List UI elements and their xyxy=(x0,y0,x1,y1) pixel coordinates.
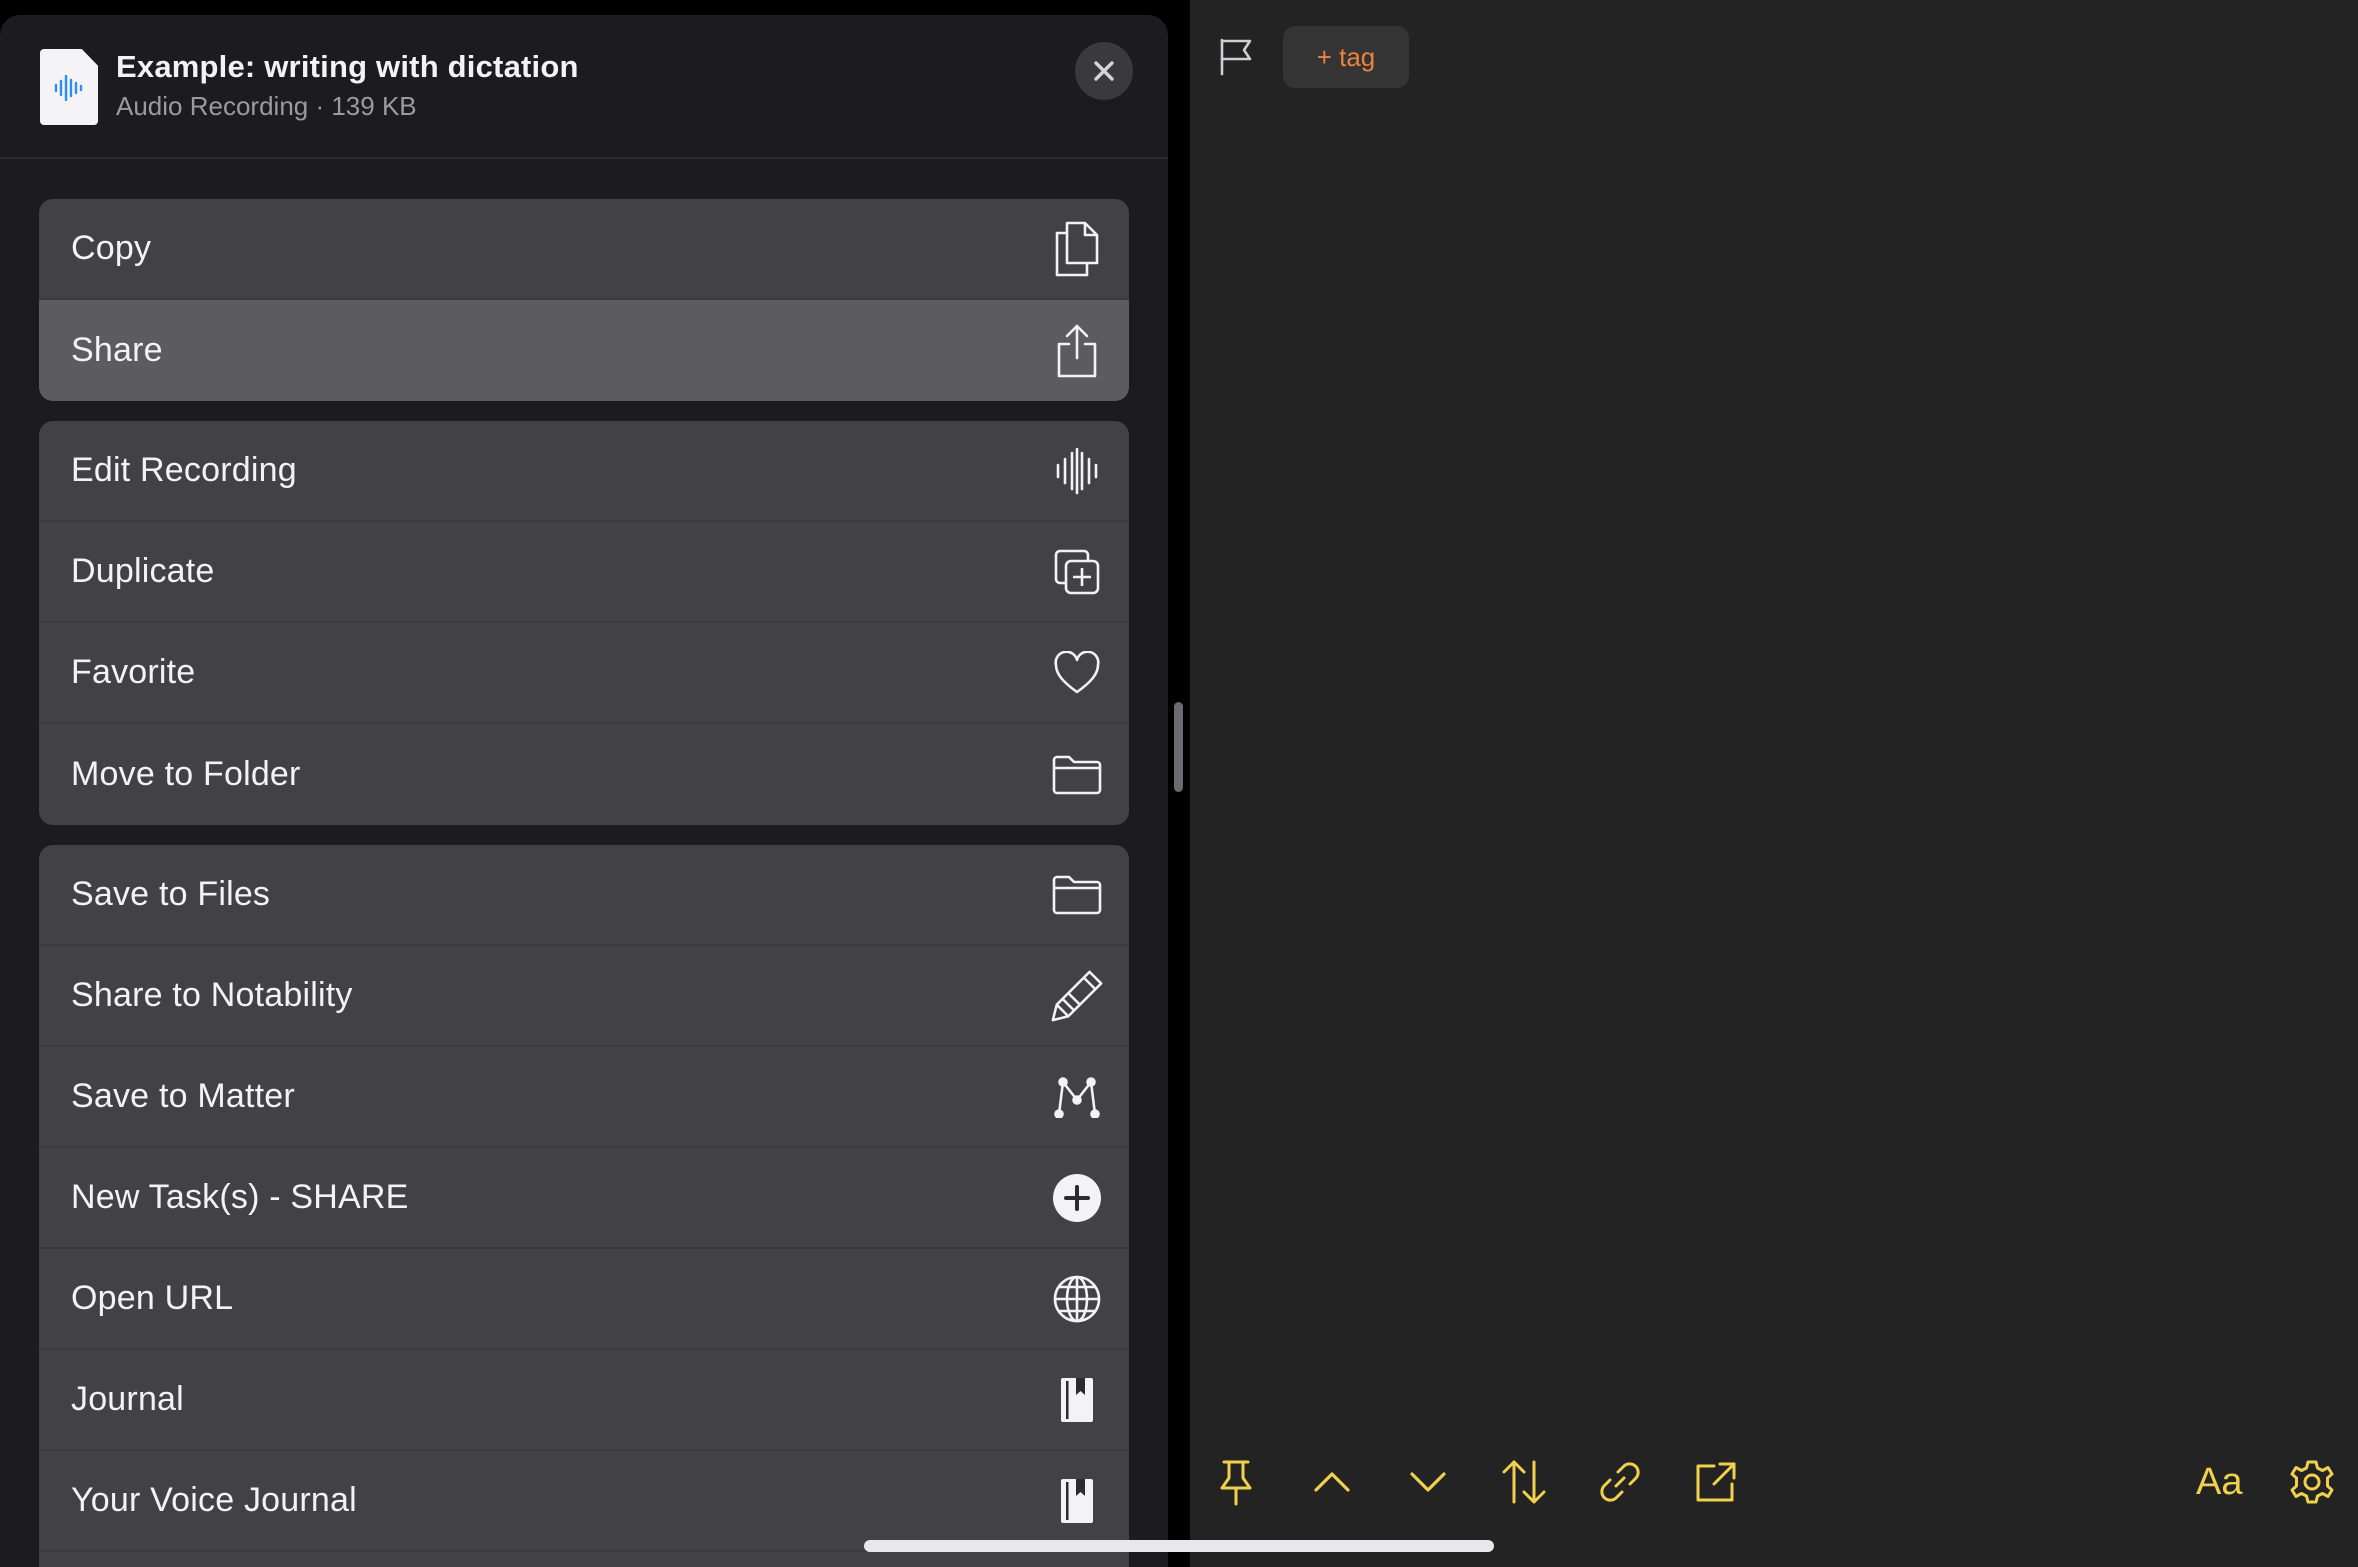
audio-file-icon xyxy=(40,49,98,125)
row-label: Share xyxy=(71,331,163,369)
favorite-action[interactable]: Favorite xyxy=(39,623,1129,724)
row-label: Share to Notability xyxy=(71,976,353,1014)
plus-circle-icon xyxy=(1049,1170,1105,1226)
sort-icon[interactable] xyxy=(1500,1458,1548,1506)
share-icon xyxy=(1049,323,1105,379)
sheet-header: Example: writing with dictation Audio Re… xyxy=(0,15,1168,159)
row-label: Open URL xyxy=(71,1279,234,1317)
move-to-folder-action[interactable]: Move to Folder xyxy=(39,724,1129,825)
row-label: Journal xyxy=(71,1380,184,1418)
journal-icon xyxy=(1049,1372,1105,1428)
row-label: New Task(s) - SHARE xyxy=(71,1178,409,1216)
row-label: Save to Matter xyxy=(71,1077,295,1115)
duplicate-action[interactable]: Duplicate xyxy=(39,522,1129,623)
row-label: Duplicate xyxy=(71,552,215,590)
link-icon[interactable] xyxy=(1596,1458,1644,1506)
save-to-matter-action[interactable]: Save to Matter xyxy=(39,1047,1129,1148)
row-label: Move to Folder xyxy=(71,755,301,793)
row-label: Copy xyxy=(71,229,152,267)
row-label: Your Voice Journal xyxy=(71,1481,357,1519)
flag-icon[interactable] xyxy=(1216,36,1256,76)
row-label: Favorite xyxy=(71,653,196,691)
duplicate-icon xyxy=(1049,544,1105,600)
screen: Example: writing with dictation Audio Re… xyxy=(0,0,2358,1567)
pencil-icon xyxy=(1049,968,1105,1024)
external-link-icon[interactable] xyxy=(1692,1458,1740,1506)
share-action[interactable]: Share xyxy=(39,300,1129,401)
file-title: Example: writing with dictation xyxy=(116,49,579,84)
note-pane: + tag Aa xyxy=(1190,0,2358,1567)
folder-icon xyxy=(1049,747,1105,803)
share-to-notability-action[interactable]: Share to Notability xyxy=(39,946,1129,1047)
folder-icon xyxy=(1049,867,1105,923)
journal-action[interactable]: Journal xyxy=(39,1350,1129,1451)
new-tasks-action[interactable]: New Task(s) - SHARE xyxy=(39,1148,1129,1249)
matter-icon xyxy=(1049,1069,1105,1125)
row-label: Edit Recording xyxy=(71,451,297,489)
waveform-icon xyxy=(1049,443,1105,499)
add-tag-button[interactable]: + tag xyxy=(1283,26,1409,88)
row-label: Save to Files xyxy=(71,875,271,913)
open-url-action[interactable]: Open URL xyxy=(39,1249,1129,1350)
close-button[interactable] xyxy=(1075,42,1133,100)
action-group-recording: Edit Recording Duplicate Favorite Move t… xyxy=(39,421,1129,825)
journal-icon xyxy=(1049,1473,1105,1529)
edit-recording-action[interactable]: Edit Recording xyxy=(39,421,1129,522)
gear-icon[interactable] xyxy=(2288,1458,2336,1506)
home-indicator[interactable] xyxy=(864,1540,1494,1552)
action-group-primary: Copy Share xyxy=(39,199,1129,401)
close-icon xyxy=(1094,61,1114,81)
list-item[interactable] xyxy=(39,1552,1129,1567)
file-subtitle: Audio Recording · 139 KB xyxy=(116,91,417,121)
split-drag-handle[interactable] xyxy=(1174,702,1183,792)
chevron-up-icon[interactable] xyxy=(1308,1458,1356,1506)
chevron-down-icon[interactable] xyxy=(1404,1458,1452,1506)
share-sheet: Example: writing with dictation Audio Re… xyxy=(0,15,1168,1567)
copy-icon xyxy=(1049,221,1105,277)
save-to-files-action[interactable]: Save to Files xyxy=(39,845,1129,946)
globe-icon xyxy=(1049,1271,1105,1327)
action-group-extensions: Save to Files Share to Notability Save t… xyxy=(39,845,1129,1567)
your-voice-journal-action[interactable]: Your Voice Journal xyxy=(39,1451,1129,1552)
copy-action[interactable]: Copy xyxy=(39,199,1129,300)
font-settings-button[interactable]: Aa xyxy=(2196,1458,2242,1506)
pin-icon[interactable] xyxy=(1212,1458,1260,1506)
heart-icon xyxy=(1049,645,1105,701)
